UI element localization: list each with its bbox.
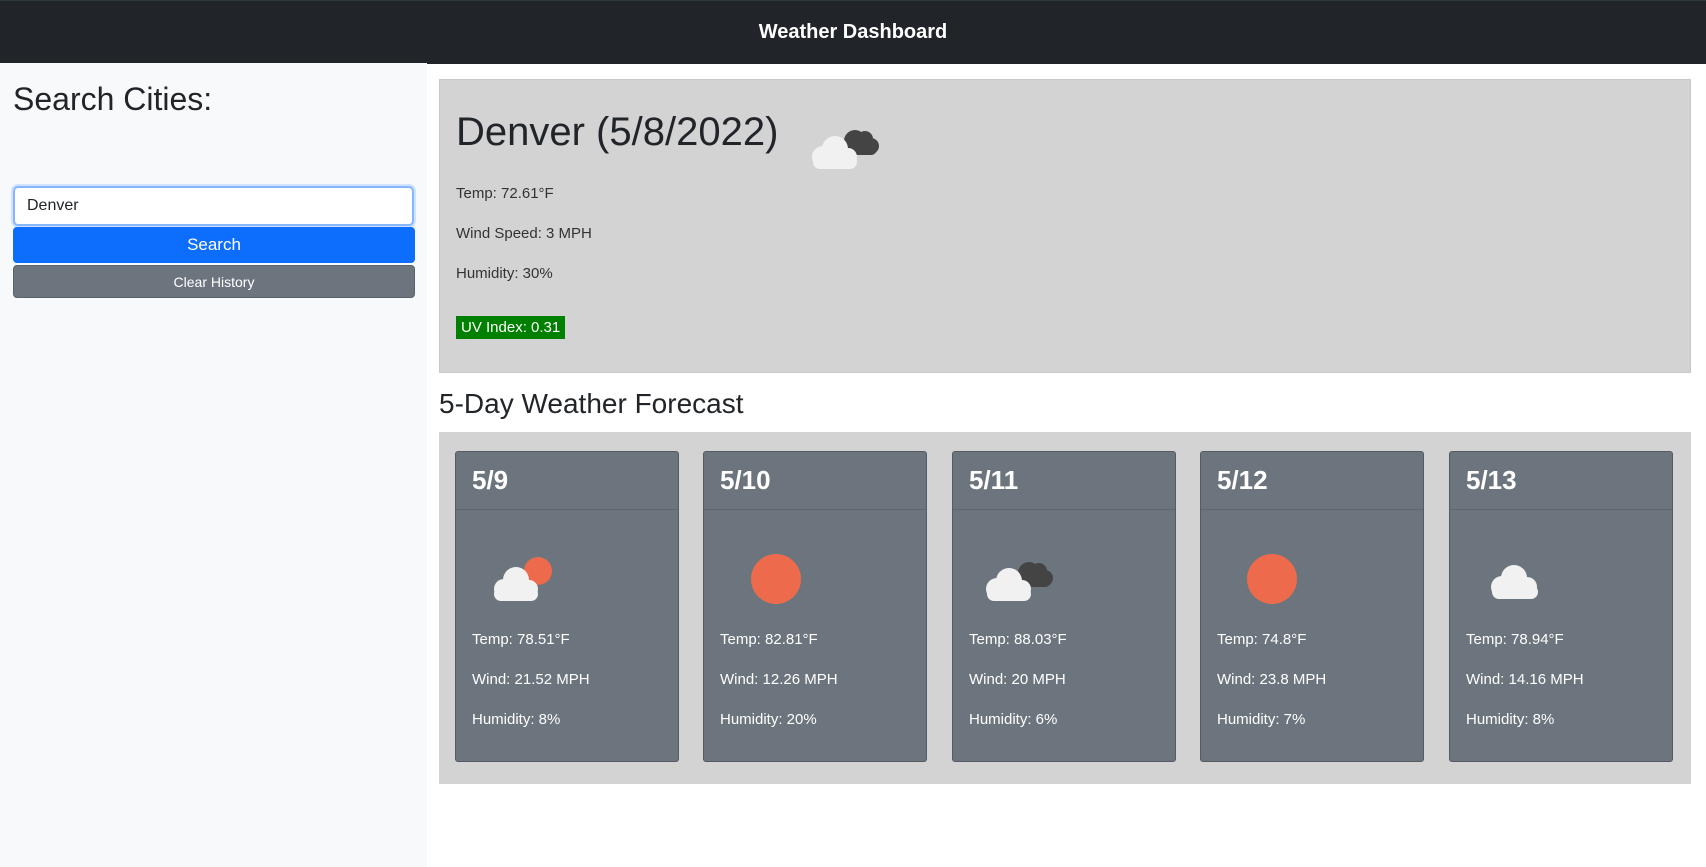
clouds-icon <box>983 549 1063 609</box>
search-button[interactable]: Search <box>13 227 415 263</box>
forecast-temp: Temp: 78.94°F <box>1466 631 1564 648</box>
current-temp: Temp: 72.61°F <box>456 185 554 202</box>
app-title: Weather Dashboard <box>758 21 948 43</box>
clouds-icon <box>803 117 883 177</box>
header-bar: Weather Dashboard <box>0 0 1706 64</box>
forecast-wind: Wind: 20 MPH <box>969 671 1066 688</box>
forecast-temp: Temp: 78.51°F <box>472 631 570 648</box>
partly-cloudy-icon <box>486 549 566 609</box>
search-heading: Search Cities: <box>13 81 213 117</box>
sidebar: Search Cities: Search Clear History <box>0 63 427 867</box>
uv-index-badge: UV Index: 0.31 <box>456 316 566 339</box>
forecast-temp: Temp: 88.03°F <box>969 631 1067 648</box>
forecast-date: 5/12 <box>1201 452 1423 510</box>
forecast-card: 5/12 Temp: 74.8°F Wind: 23.8 MPH Humidit… <box>1200 451 1424 762</box>
forecast-wind: Wind: 21.52 MPH <box>472 671 590 688</box>
clear-history-button[interactable]: Clear History <box>13 265 415 298</box>
forecast-temp: Temp: 82.81°F <box>720 631 818 648</box>
sun-icon <box>1231 549 1311 609</box>
forecast-temp: Temp: 74.8°F <box>1217 631 1307 648</box>
forecast-date: 5/11 <box>953 452 1175 510</box>
forecast-card: 5/13 Temp: 78.94°F Wind: 14.16 MPH Humid… <box>1449 451 1673 762</box>
forecast-date: 5/9 <box>456 452 678 510</box>
forecast-panel: 5/9 Temp: 78.51°F Wind: 21.52 MPH Humidi… <box>439 432 1691 784</box>
forecast-wind: Wind: 23.8 MPH <box>1217 671 1327 688</box>
cloud-icon <box>1480 549 1560 609</box>
forecast-card: 5/10 Temp: 82.81°F Wind: 12.26 MPH Humid… <box>703 451 927 762</box>
forecast-date: 5/13 <box>1450 452 1672 510</box>
forecast-humidity: Humidity: 8% <box>1466 711 1555 728</box>
current-wind: Wind Speed: 3 MPH <box>456 225 592 242</box>
forecast-heading: 5-Day Weather Forecast <box>439 388 744 419</box>
current-weather-panel: Denver (5/8/2022) Temp: 72.61°F Wind Spe… <box>439 79 1691 373</box>
forecast-wind: Wind: 14.16 MPH <box>1466 671 1584 688</box>
forecast-date: 5/10 <box>704 452 926 510</box>
forecast-humidity: Humidity: 7% <box>1217 711 1306 728</box>
forecast-card: 5/9 Temp: 78.51°F Wind: 21.52 MPH Humidi… <box>455 451 679 762</box>
forecast-humidity: Humidity: 6% <box>969 711 1058 728</box>
forecast-wind: Wind: 12.26 MPH <box>720 671 838 688</box>
current-humidity: Humidity: 30% <box>456 265 553 282</box>
current-city-heading: Denver (5/8/2022) <box>456 110 779 154</box>
forecast-card: 5/11 Temp: 88.03°F Wind: 20 MPH Humidity… <box>952 451 1176 762</box>
sun-icon <box>734 549 814 609</box>
city-search-input[interactable] <box>13 186 414 226</box>
forecast-humidity: Humidity: 20% <box>720 711 817 728</box>
forecast-humidity: Humidity: 8% <box>472 711 561 728</box>
